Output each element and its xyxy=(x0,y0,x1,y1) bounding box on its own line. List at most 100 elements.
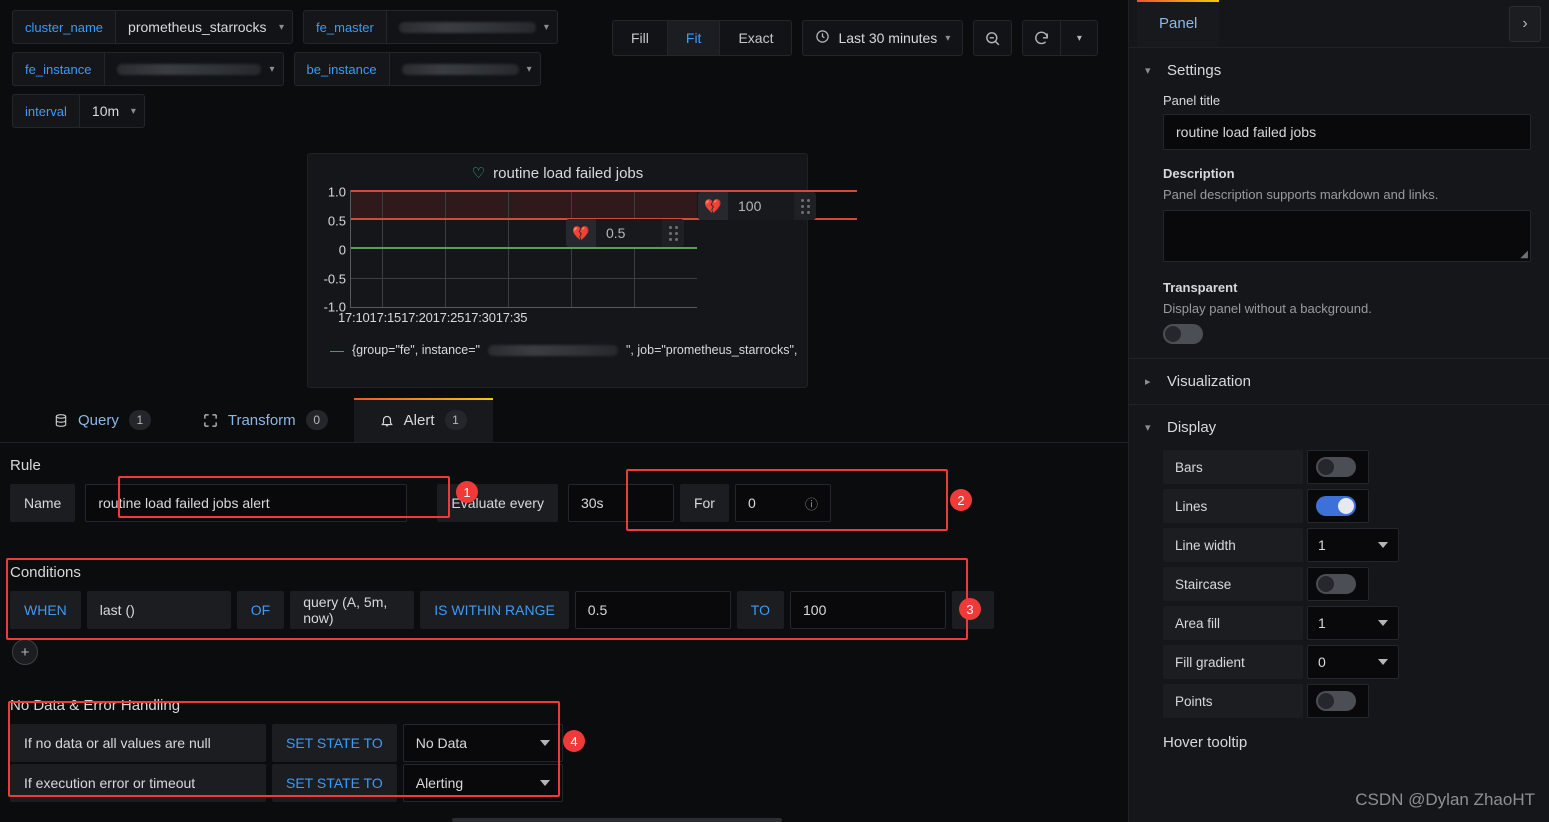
redacted-value xyxy=(401,63,519,75)
nodata-row-2-select[interactable]: Alerting xyxy=(402,764,563,802)
drag-grip-icon[interactable] xyxy=(662,219,684,247)
condition-evaluator-label[interactable]: IS WITHIN RANGE xyxy=(420,591,569,629)
fill-gradient-value: 0 xyxy=(1318,654,1326,670)
variable-value-be-instance[interactable]: ▾ xyxy=(388,52,541,86)
line-width-select[interactable]: 1 xyxy=(1307,528,1399,562)
x-axis-labels: 17:1017:1517:2017:2517:3017:35 xyxy=(338,310,527,325)
graph-panel-header: ♡ routine load failed jobs xyxy=(308,154,807,183)
line-width-value: 1 xyxy=(1318,537,1326,553)
nodata-row-1-select[interactable]: No Data xyxy=(402,724,563,762)
threshold-handle-upper[interactable]: 💔 100 xyxy=(698,192,816,220)
refresh-interval-dropdown[interactable]: ▾ xyxy=(1060,20,1099,56)
line-width-label: Line width xyxy=(1163,528,1303,562)
display-row-lines: Lines xyxy=(1163,489,1531,523)
info-icon[interactable]: ⓘ xyxy=(805,494,818,513)
for-label: For xyxy=(679,484,729,522)
display-heading: Display xyxy=(1167,419,1217,436)
fill-button[interactable]: Fill xyxy=(613,21,668,55)
chevron-down-icon: ▾ xyxy=(945,32,951,44)
tab-alert-count: 1 xyxy=(444,410,467,430)
display-row-points: Points xyxy=(1163,684,1531,718)
evaluate-every-input[interactable]: 30s xyxy=(567,484,674,522)
condition-of-label: OF xyxy=(236,591,285,629)
rule-name-label: Name xyxy=(10,484,76,522)
horizontal-scrollbar[interactable] xyxy=(452,818,782,822)
add-condition-button[interactable]: + xyxy=(12,639,1128,665)
settings-accordion-header[interactable]: ▾ Settings xyxy=(1129,48,1549,93)
description-textarea[interactable]: ◢ xyxy=(1163,210,1531,262)
caret-down-icon xyxy=(1378,659,1388,665)
tab-transform[interactable]: Transform 0 xyxy=(177,398,354,442)
resize-handle-icon[interactable]: ◢ xyxy=(1520,249,1528,260)
staircase-toggle[interactable] xyxy=(1316,574,1356,594)
toggle-knob xyxy=(1338,498,1354,514)
condition-query-select[interactable]: query (A, 5m, now) xyxy=(290,591,415,629)
threshold-value-lower[interactable]: 0.5 xyxy=(596,219,662,247)
chevron-down-icon: ▾ xyxy=(1076,32,1082,44)
zoom-out-button[interactable] xyxy=(973,20,1013,56)
editor-toolbar: Fill Fit Exact Last 30 minutes ▾ ▾ xyxy=(612,20,1099,56)
drag-grip-icon[interactable] xyxy=(794,192,816,220)
condition-from-input[interactable]: 0.5 xyxy=(574,591,731,629)
settings-accordion-body: Panel title routine load failed jobs Des… xyxy=(1129,93,1549,358)
rule-name-input[interactable]: routine load failed jobs alert xyxy=(85,484,408,522)
threshold-value-upper[interactable]: 100 xyxy=(728,192,794,220)
visualization-accordion-header[interactable]: ▸ Visualization xyxy=(1129,359,1549,404)
condition-to-input[interactable]: 100 xyxy=(790,591,946,629)
lines-label: Lines xyxy=(1163,489,1303,523)
fit-button[interactable]: Fit xyxy=(667,21,721,55)
x-tick: 17:10 xyxy=(338,310,370,325)
tab-panel[interactable]: Panel xyxy=(1137,0,1220,47)
fit-mode-group: Fill Fit Exact xyxy=(612,20,793,56)
threshold-handle-lower[interactable]: 💔 0.5 xyxy=(566,219,684,247)
nodata-row-2-label: If execution error or timeout xyxy=(10,764,266,802)
transparent-toggle[interactable] xyxy=(1163,324,1203,344)
points-toggle-wrap[interactable] xyxy=(1307,684,1369,718)
clock-icon xyxy=(815,29,830,47)
transparent-sub: Display panel without a background. xyxy=(1163,301,1372,316)
tab-alert[interactable]: Alert 1 xyxy=(353,398,493,442)
display-row-bars: Bars xyxy=(1163,450,1531,484)
variable-fe-master[interactable]: fe_master ▾ xyxy=(303,10,558,44)
variable-label-be-instance: be_instance xyxy=(293,52,389,86)
threshold-band xyxy=(351,190,697,219)
variable-cluster-name[interactable]: cluster_name prometheus_starrocks ▾ xyxy=(12,10,294,44)
bars-toggle-wrap[interactable] xyxy=(1307,450,1369,484)
variable-interval[interactable]: interval 10m ▾ xyxy=(12,94,145,128)
chevron-down-icon: ▾ xyxy=(1145,65,1151,77)
variable-value-interval[interactable]: 10m ▾ xyxy=(78,94,145,128)
caret-down-icon xyxy=(539,740,550,746)
fill-gradient-select[interactable]: 0 xyxy=(1307,645,1399,679)
annotation-number-4: 4 xyxy=(563,730,585,752)
area-fill-select[interactable]: 1 xyxy=(1307,606,1399,640)
bars-toggle[interactable] xyxy=(1316,457,1356,477)
variable-value-fe-instance[interactable]: ▾ xyxy=(103,52,284,86)
variable-value-cluster-name[interactable]: prometheus_starrocks ▾ xyxy=(115,10,294,44)
variable-value-fe-master[interactable]: ▾ xyxy=(385,10,558,44)
variable-be-instance[interactable]: be_instance ▾ xyxy=(293,52,541,86)
tab-query[interactable]: Query 1 xyxy=(28,398,177,442)
condition-reducer-select[interactable]: last () xyxy=(86,591,231,629)
exact-button[interactable]: Exact xyxy=(720,21,791,55)
graph-legend: — {group="fe", instance=" ", job="promet… xyxy=(330,342,801,358)
tab-transform-count: 0 xyxy=(305,410,328,430)
variable-fe-instance[interactable]: fe_instance ▾ xyxy=(12,52,284,86)
description-sub: Panel description supports markdown and … xyxy=(1163,187,1439,202)
display-accordion-header[interactable]: ▾ Display xyxy=(1129,405,1549,450)
expand-options-button[interactable]: › xyxy=(1509,6,1541,42)
lines-toggle[interactable] xyxy=(1316,496,1356,516)
conditions-heading: Conditions xyxy=(10,564,81,581)
points-toggle[interactable] xyxy=(1316,691,1356,711)
lines-toggle-wrap[interactable] xyxy=(1307,489,1369,523)
staircase-toggle-wrap[interactable] xyxy=(1307,567,1369,601)
panel-title-input[interactable]: routine load failed jobs xyxy=(1163,114,1531,150)
x-tick: 17:20 xyxy=(401,310,433,325)
panel-title-label: Panel title xyxy=(1163,93,1221,108)
condition-when-label: WHEN xyxy=(10,591,81,629)
for-input[interactable]: 0 ⓘ xyxy=(734,484,831,522)
bell-icon xyxy=(380,413,394,428)
time-range-picker[interactable]: Last 30 minutes ▾ xyxy=(802,20,964,56)
redacted-value xyxy=(488,344,618,356)
nodata-row-2-action: SET STATE TO xyxy=(272,764,397,802)
refresh-button[interactable] xyxy=(1022,20,1061,56)
